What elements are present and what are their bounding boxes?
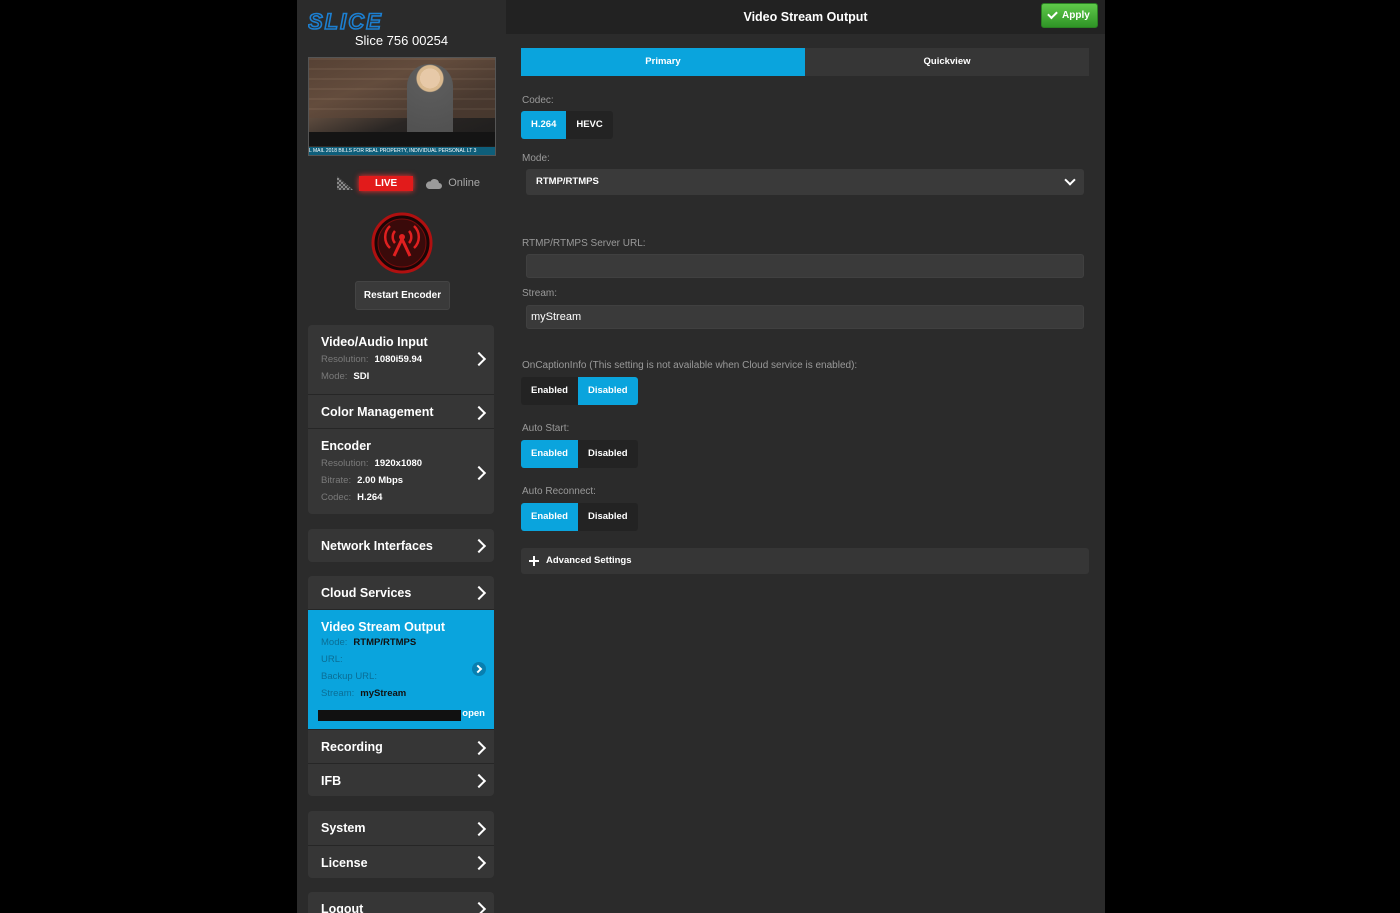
nav-group-system: System License	[308, 811, 494, 878]
tab-quickview[interactable]: Quickview	[805, 48, 1089, 76]
nav-title: Encoder	[321, 439, 372, 453]
stream-input[interactable]: myStream	[526, 305, 1084, 329]
oncaption-disabled[interactable]: Disabled	[577, 377, 638, 405]
cloud-status: Online	[448, 177, 481, 189]
page-title: Video Stream Output	[743, 10, 868, 24]
cloud-icon	[426, 178, 443, 189]
nav-system[interactable]: System	[308, 811, 494, 845]
preview-background	[309, 58, 495, 118]
preview-desk	[309, 132, 495, 146]
mode-value: RTMP/RTMPS	[536, 176, 599, 187]
oncaption-enabled[interactable]: Enabled	[521, 377, 578, 405]
nav-logout[interactable]: Logout	[308, 892, 494, 913]
nav-title: Recording	[321, 740, 383, 754]
signal-grid-icon	[337, 176, 353, 190]
oncaption-toggle: Enabled Disabled	[521, 377, 638, 405]
nav-detail-resolution: Resolution: 1080i59.94	[321, 354, 423, 365]
nav-detail-resolution: Resolution: 1920x1080	[321, 458, 423, 469]
server-url-input[interactable]	[526, 254, 1084, 278]
nav-title: Cloud Services	[321, 586, 412, 600]
app-window: SLICE Slice 756 00254 L MAIL 2018 BILLS …	[297, 0, 1105, 913]
nav-title: License	[321, 856, 368, 870]
nav-detail-codec: Codec: H.264	[321, 492, 383, 503]
codec-option-hevc[interactable]: HEVC	[566, 111, 612, 139]
live-badge: LIVE	[359, 175, 414, 191]
main-panel: Video Stream Output Apply Primary Quickv…	[506, 0, 1105, 913]
nav-color-management[interactable]: Color Management	[308, 394, 494, 428]
nav-detail-url: URL:	[321, 654, 343, 665]
nav-group-logout: Logout	[308, 892, 494, 913]
auto-start-disabled[interactable]: Disabled	[578, 440, 638, 468]
apply-label: Apply	[1062, 10, 1090, 21]
nav-detail-stream: Stream: myStream	[321, 688, 407, 699]
nav-group-services: Cloud Services Video Stream Output Mode:…	[308, 576, 494, 796]
broadcast-icon[interactable]	[371, 212, 433, 274]
nav-title: System	[321, 821, 366, 835]
oncaption-label: OnCaptionInfo (This setting is not avail…	[522, 360, 858, 371]
auto-reconnect-label: Auto Reconnect:	[522, 486, 596, 497]
apply-button[interactable]: Apply	[1041, 3, 1098, 28]
auto-start-label: Auto Start:	[522, 423, 570, 434]
nav-title: Video/Audio Input	[321, 335, 428, 349]
nav-detail-mode: Mode: RTMP/RTMPS	[321, 637, 417, 648]
advanced-settings-toggle[interactable]: Advanced Settings	[521, 548, 1089, 574]
nav-network-interfaces[interactable]: Network Interfaces	[308, 529, 494, 562]
auto-start-enabled[interactable]: Enabled	[521, 440, 578, 468]
auto-reconnect-toggle: Enabled Disabled	[521, 503, 638, 531]
nav-license[interactable]: License	[308, 845, 494, 878]
nav-title: Color Management	[321, 405, 434, 419]
nav-group-network: Network Interfaces	[308, 529, 494, 562]
chevron-right-icon	[472, 662, 486, 676]
plus-icon	[529, 556, 539, 566]
chevron-down-icon	[1064, 174, 1076, 186]
status-row: LIVE Online	[337, 174, 480, 192]
open-link[interactable]: open	[462, 708, 485, 719]
preview-ticker: L MAIL 2018 BILLS FOR REAL PROPERTY, IND…	[309, 147, 495, 155]
codec-label: Codec:	[522, 95, 554, 106]
mode-label: Mode:	[522, 153, 550, 164]
stream-label: Stream:	[522, 288, 558, 299]
nav-title: IFB	[321, 774, 342, 788]
nav-title: Network Interfaces	[321, 539, 433, 553]
codec-toggle: H.264 HEVC	[521, 111, 613, 139]
restart-encoder-button[interactable]: Restart Encoder	[355, 281, 450, 310]
nav-video-audio-input[interactable]: Video/Audio Input Resolution: 1080i59.94 …	[308, 325, 494, 394]
nav-recording[interactable]: Recording	[308, 729, 494, 763]
server-url-label: RTMP/RTMPS Server URL:	[522, 238, 646, 249]
nav-ifb[interactable]: IFB	[308, 763, 494, 796]
nav-video-stream-output[interactable]: Video Stream Output Mode: RTMP/RTMPS URL:…	[308, 609, 494, 729]
nav-encoder[interactable]: Encoder Resolution: 1920x1080 Bitrate: 2.0…	[308, 428, 494, 514]
nav-title: Video Stream Output	[321, 620, 446, 634]
slice-logo: SLICE	[308, 10, 383, 32]
check-icon	[1047, 8, 1058, 20]
nav-detail-mode: Mode: SDI	[321, 371, 370, 382]
mode-select[interactable]: RTMP/RTMPS	[526, 169, 1084, 195]
codec-option-h264[interactable]: H.264	[521, 111, 567, 139]
auto-reconnect-disabled[interactable]: Disabled	[578, 503, 638, 531]
video-preview[interactable]: L MAIL 2018 BILLS FOR REAL PROPERTY, IND…	[308, 57, 496, 156]
svg-text:SLICE: SLICE	[308, 10, 383, 32]
tab-primary[interactable]: Primary	[521, 48, 805, 76]
sidebar: SLICE Slice 756 00254 L MAIL 2018 BILLS …	[297, 0, 506, 913]
advanced-settings-label: Advanced Settings	[546, 555, 632, 566]
nav-title: Logout	[321, 902, 364, 913]
auto-start-toggle: Enabled Disabled	[521, 440, 638, 468]
output-tabs: Primary Quickview	[521, 48, 1089, 76]
auto-reconnect-enabled[interactable]: Enabled	[521, 503, 578, 531]
device-name: Slice 756 00254	[354, 33, 449, 48]
redacted-url-bar	[318, 710, 461, 721]
top-bar: Video Stream Output Apply	[506, 0, 1105, 34]
nav-detail-backup-url: Backup URL:	[321, 671, 377, 682]
nav-cloud-services[interactable]: Cloud Services	[308, 576, 494, 609]
nav-group-input: Video/Audio Input Resolution: 1080i59.94 …	[308, 325, 494, 514]
nav-detail-bitrate: Bitrate: 2.00 Mbps	[321, 475, 404, 486]
